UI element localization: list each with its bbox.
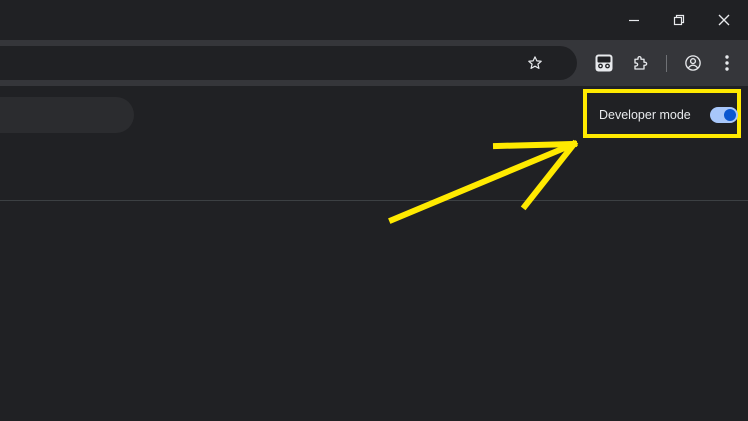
toggle-knob bbox=[724, 109, 736, 121]
restore-icon bbox=[673, 14, 685, 26]
developer-mode-label: Developer mode bbox=[599, 108, 691, 122]
toolbar-separator bbox=[666, 55, 667, 72]
search-extensions-field[interactable] bbox=[0, 97, 134, 133]
header-divider bbox=[0, 200, 748, 201]
browser-window: Developer mode bbox=[0, 0, 748, 421]
close-button[interactable] bbox=[709, 6, 739, 34]
close-icon bbox=[718, 14, 730, 26]
profile-button[interactable] bbox=[678, 48, 708, 78]
bookmark-button[interactable] bbox=[520, 48, 550, 78]
extensions-button[interactable] bbox=[626, 48, 656, 78]
browser-toolbar bbox=[0, 40, 748, 86]
developer-mode-toggle[interactable] bbox=[710, 107, 738, 123]
minimize-button[interactable] bbox=[619, 6, 649, 34]
tampermonkey-icon bbox=[595, 54, 613, 72]
minimize-icon bbox=[629, 19, 639, 22]
profile-icon bbox=[685, 55, 701, 71]
browser-menu-button[interactable] bbox=[712, 48, 742, 78]
restore-button[interactable] bbox=[664, 6, 694, 34]
address-bar[interactable] bbox=[0, 46, 577, 80]
star-icon bbox=[528, 56, 542, 69]
title-bar bbox=[0, 0, 748, 40]
kebab-menu-icon bbox=[725, 55, 729, 71]
puzzle-icon bbox=[634, 56, 648, 70]
tampermonkey-extension-button[interactable] bbox=[589, 48, 619, 78]
developer-mode-highlight: Developer mode bbox=[583, 89, 741, 138]
